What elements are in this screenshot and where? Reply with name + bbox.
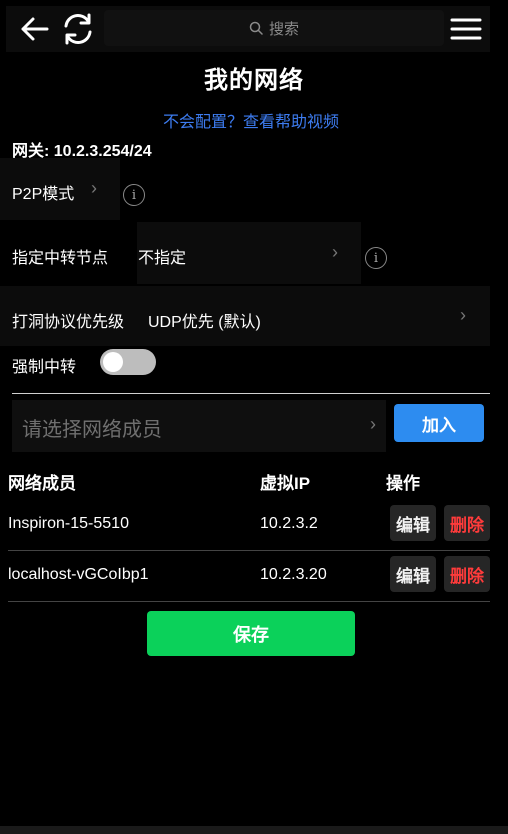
search-input[interactable]: 搜索 [104,10,444,46]
member-select-placeholder: 请选择网络成员 [22,419,162,441]
member-select[interactable]: 请选择网络成员 › [12,400,386,452]
divider [8,601,490,602]
chevron-right-icon: › [370,414,376,434]
member-ip: 10.2.3.20 [260,566,327,583]
column-header-virtual-ip: 虚拟IP [260,474,311,493]
holepunch-label: 打洞协议优先级 [12,314,125,331]
divider [8,550,490,551]
info-circle-icon[interactable]: i [123,184,145,206]
relay-node-value: 不指定 [138,250,187,267]
chevron-right-icon: › [91,178,97,198]
help-video-link[interactable]: 不会配置？查看帮助视频 [0,108,502,132]
arrow-left-icon [21,17,49,41]
holepunch-value[interactable]: UDP优先 (默认) [148,308,261,332]
save-button[interactable]: 保存 [147,611,355,656]
chevron-right-icon: › [332,242,338,262]
member-name: localhost-vGCoIbp1 [8,566,149,583]
bottom-bar [0,826,508,834]
search-icon [249,21,263,35]
chevron-right-icon: › [460,305,466,325]
info-circle-icon[interactable]: i [365,247,387,269]
member-ip: 10.2.3.2 [260,515,318,532]
page-title: 我的网络 [204,67,304,94]
column-header-member: 网络成员 [8,474,76,493]
edit-button[interactable]: 编辑 [390,505,436,541]
divider [12,393,490,394]
p2p-mode-label: P2P模式 [12,186,75,203]
edit-button[interactable]: 编辑 [390,556,436,592]
delete-button[interactable]: 删除 [444,556,490,592]
column-header-actions: 操作 [386,474,420,493]
relay-node-label: 指定中转节点 [12,250,109,267]
top-bar: 搜索 [6,6,490,52]
menu-button[interactable] [444,6,488,52]
delete-button[interactable]: 删除 [444,505,490,541]
force-relay-label: 强制中转 [12,359,77,376]
refresh-icon [64,13,92,45]
toggle-knob [103,352,123,372]
search-placeholder: 搜索 [268,20,299,38]
join-button[interactable]: 加入 [394,404,484,442]
member-name: Inspiron-15-5510 [8,515,129,532]
force-relay-toggle[interactable] [100,349,156,375]
hamburger-menu-icon [450,18,482,40]
refresh-button[interactable] [56,6,100,52]
back-button[interactable] [16,6,52,52]
